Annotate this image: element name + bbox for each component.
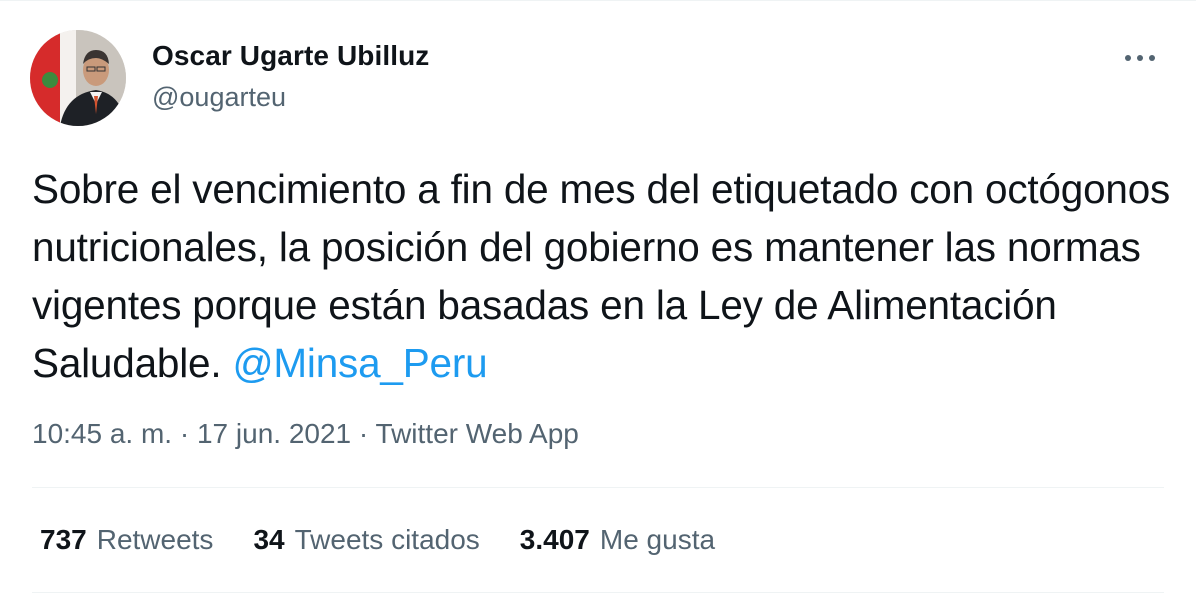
meta-separator: · [179,418,190,449]
retweets-stat[interactable]: 737 Retweets [40,524,213,556]
retweets-label: Retweets [96,524,214,555]
avatar-photo [30,30,126,126]
tweet-text: Sobre el vencimiento a fin de mes del et… [32,160,1172,392]
tweet-date[interactable]: 17 jun. 2021 [197,418,351,449]
likes-count: 3.407 [519,524,590,555]
quotes-count: 34 [253,524,285,555]
retweets-count: 737 [40,524,87,555]
quotes-label: Tweets citados [294,524,480,555]
likes-label: Me gusta [599,524,716,555]
likes-stat[interactable]: 3.407 Me gusta [520,524,715,556]
author-name[interactable]: Oscar Ugarte Ubilluz [152,40,429,72]
divider [32,487,1164,488]
meta-separator: · [358,418,369,449]
tweet-time[interactable]: 10:45 a. m. [32,418,172,449]
divider [32,592,1164,593]
tweet-source[interactable]: Twitter Web App [376,418,579,449]
tweet-body: Sobre el vencimiento a fin de mes del et… [32,166,1171,386]
author-handle[interactable]: @ougarteu [152,82,286,113]
top-border [0,0,1196,1]
more-options-button[interactable] [1118,38,1162,78]
avatar[interactable] [30,30,126,126]
tweet-stats: 737 Retweets 34 Tweets citados 3.407 Me gus… [40,524,715,556]
more-dots-icon [1125,55,1155,61]
mention-link[interactable]: @Minsa_Peru [232,340,487,386]
tweet-meta: 10:45 a. m. · 17 jun. 2021 · Twitter Web… [32,418,579,450]
quote-tweets-stat[interactable]: 34 Tweets citados [253,524,479,556]
